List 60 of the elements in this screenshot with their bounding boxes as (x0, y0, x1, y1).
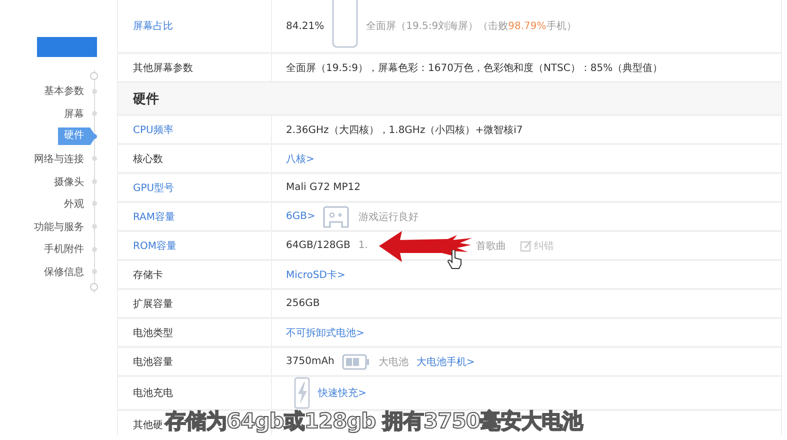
spec-note: 首歌曲 (476, 240, 506, 252)
spec-value-link[interactable]: 快速快充> (318, 386, 366, 400)
spec-label: 其他硬 (133, 418, 163, 432)
timeline-dot-icon (92, 156, 97, 162)
gamepad-icon (323, 204, 350, 228)
spec-label: 存储卡 (133, 268, 163, 282)
spec-label: 扩展容量 (133, 298, 173, 310)
spec-note: 1. (358, 240, 368, 251)
timeline-dot-icon (92, 134, 97, 139)
spec-value-link[interactable]: 不可拆卸式电池> (286, 326, 364, 340)
spec-label-link[interactable]: 屏幕占比 (133, 19, 173, 33)
spec-value: 3750mAh (286, 356, 334, 367)
timeline-dot-icon (92, 246, 97, 252)
sidebar-item[interactable]: 手机附件 (44, 242, 84, 256)
spec-note: 全面屏（19.5:9刘海屏）（击败98.79%手机） (366, 20, 576, 33)
spec-label: 其他屏幕参数 (133, 62, 193, 74)
spec-value-link[interactable]: 八核> (286, 152, 314, 166)
timeline-dot-icon (92, 111, 97, 116)
timeline-dot-icon (92, 224, 97, 230)
spec-note: 游戏运行良好 (358, 210, 418, 224)
spec-label-link[interactable]: RAM容量 (133, 210, 176, 224)
spec-value: 256GB (286, 298, 320, 309)
spec-value-link[interactable]: 大电池手机> (416, 354, 475, 368)
timeline-start-icon (90, 72, 98, 80)
sidebar-item[interactable]: 屏幕 (64, 106, 84, 121)
spec-label-link[interactable]: GPU型号 (133, 180, 174, 194)
subtitle: 存储为64gb或128gb 拥有3750毫安大电池 (165, 409, 582, 433)
spec-value-link[interactable]: MicroSD卡> (286, 268, 346, 282)
sidebar-item[interactable]: 保修信息 (44, 265, 84, 280)
spec-value: Mali G72 MP12 (286, 182, 361, 193)
spec-value-link[interactable]: 6GB> (286, 211, 316, 222)
sidebar-item[interactable]: 功能与服务 (34, 220, 84, 234)
sidebar-item[interactable]: 硬件 (58, 127, 96, 146)
phone-icon (332, 0, 358, 48)
battery-icon (342, 354, 370, 370)
sidebar-item[interactable]: 外观 (64, 197, 84, 212)
timeline-dot-icon (92, 178, 97, 184)
spec-label: 电池容量 (133, 356, 173, 368)
section-title: 硬件 (133, 90, 159, 108)
charging-icon (294, 377, 310, 409)
sidebar-item[interactable]: 基本参数 (44, 84, 84, 98)
timeline-dot-icon (92, 201, 97, 206)
spec-value: 64GB/128GB (286, 240, 350, 251)
timeline-end-icon (90, 283, 98, 292)
timeline-dot-icon (92, 88, 97, 94)
timeline-dot-icon (92, 269, 97, 274)
spec-label: 核心数 (133, 152, 163, 166)
spec-label-link[interactable]: CPU频率 (133, 122, 174, 136)
spec-label: 电池类型 (133, 326, 173, 340)
spec-label-link[interactable]: ROM容量 (133, 238, 176, 252)
spec-value: 全面屏（19.5:9），屏幕色彩：1670万色，色彩饱和度（NTSC）：85%（典型值） (286, 62, 663, 74)
spec-value: 2.36GHz（大四核），1.8GHz（小四核）+微智核i7 (286, 124, 523, 136)
compare-button[interactable] (37, 37, 97, 57)
sidebar-item[interactable]: 摄像头 (54, 174, 84, 189)
edit-icon (520, 240, 532, 252)
spec-label: 电池充电 (133, 386, 173, 400)
spec-value: 84.21% (286, 20, 324, 32)
spec-note: 大电池 (378, 356, 408, 368)
sidebar-item[interactable]: 网络与连接 (34, 152, 84, 166)
hand-cursor-icon (447, 250, 463, 270)
